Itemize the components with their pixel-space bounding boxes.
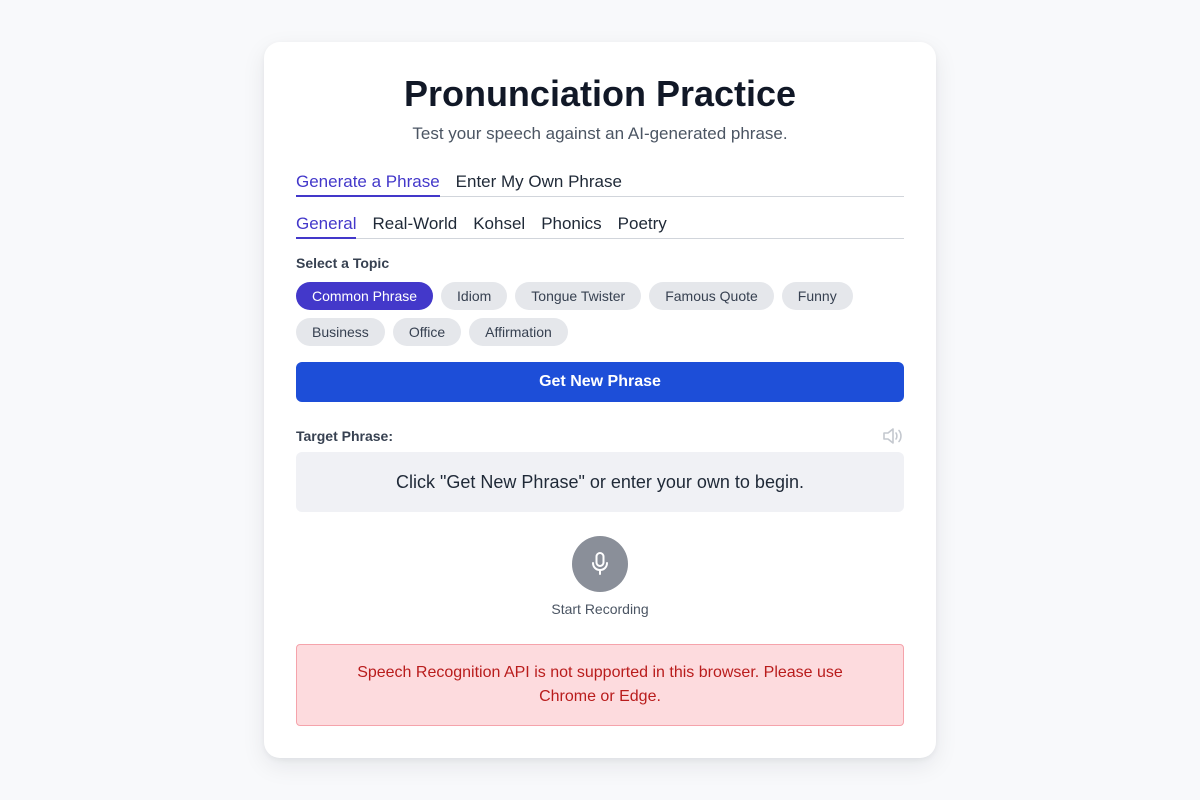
- topic-chip-office[interactable]: Office: [392, 318, 462, 346]
- speaker-icon[interactable]: [882, 426, 904, 446]
- topic-label: Select a Topic: [296, 255, 390, 271]
- get-new-phrase-button[interactable]: Get New Phrase: [296, 362, 904, 402]
- topic-chip-tongue-twister[interactable]: Tongue Twister: [515, 282, 642, 310]
- tab-enter-own-phrase[interactable]: Enter My Own Phrase: [456, 168, 622, 197]
- topic-chip-funny[interactable]: Funny: [781, 282, 853, 310]
- tab-real-world[interactable]: Real-World: [372, 210, 457, 239]
- topic-chips: Common Phrase Idiom Tongue Twister Famou…: [296, 282, 904, 346]
- error-alert: Speech Recognition API is not supported …: [296, 644, 904, 726]
- topic-chip-business[interactable]: Business: [296, 318, 385, 346]
- topic-chip-famous-quote[interactable]: Famous Quote: [649, 282, 774, 310]
- practice-card: Pronunciation Practice Test your speech …: [264, 42, 936, 758]
- target-phrase-text: Click "Get New Phrase" or enter your own…: [396, 471, 804, 492]
- start-recording-label: Start Recording: [551, 601, 649, 617]
- page-subtitle: Test your speech against an AI-generated…: [412, 124, 788, 143]
- topic-chip-common-phrase[interactable]: Common Phrase: [296, 282, 434, 310]
- target-phrase-label: Target Phrase:: [296, 428, 393, 444]
- tab-general[interactable]: General: [296, 210, 357, 239]
- start-recording-button[interactable]: [572, 536, 628, 592]
- target-phrase-display: Click "Get New Phrase" or enter your own…: [296, 452, 904, 512]
- tab-phonics[interactable]: Phonics: [541, 210, 601, 239]
- page-title: Pronunciation Practice: [403, 73, 797, 114]
- mode-tabs: Generate a Phrase Enter My Own Phrase: [296, 168, 904, 197]
- topic-chip-idiom[interactable]: Idiom: [441, 282, 508, 310]
- tab-generate-phrase[interactable]: Generate a Phrase: [296, 168, 440, 197]
- error-message: Speech Recognition API is not supported …: [357, 664, 843, 705]
- tab-poetry[interactable]: Poetry: [618, 210, 667, 239]
- topic-chip-affirmation[interactable]: Affirmation: [469, 318, 568, 346]
- category-tabs: General Real-World Kohsel Phonics Poetry: [296, 210, 904, 239]
- microphone-icon: [592, 552, 608, 575]
- tab-kohsel[interactable]: Kohsel: [473, 210, 525, 239]
